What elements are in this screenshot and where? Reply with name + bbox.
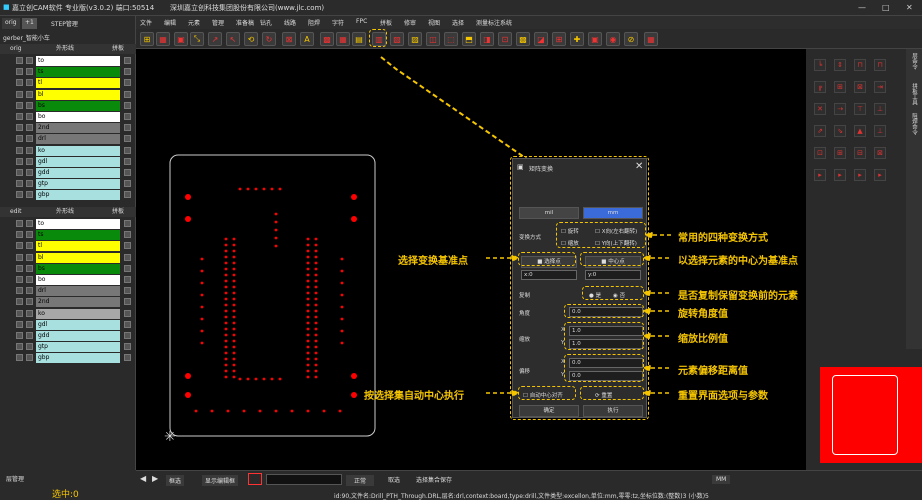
annotation-angle: 旋转角度值 (678, 309, 728, 320)
zoom-mode-select[interactable]: 框选 (166, 475, 185, 486)
annotation-auto: 按选择集自动中心执行 (364, 391, 464, 402)
show-edit-frame-button[interactable]: 显示编辑框 (202, 475, 239, 486)
annotation-lines (486, 230, 672, 398)
annotation-reset: 重置界面选项与参数 (678, 391, 768, 402)
annotation-modes: 常用的四种变换方式 (678, 233, 768, 244)
prev-icon[interactable]: ◀ (140, 474, 146, 483)
status-bar: ◀ ▶ 框选 显示编辑框 正常 取选 选择集合保存 MM id:90,文件名:D… (136, 470, 922, 500)
frame-icon[interactable] (248, 473, 262, 485)
annotation-center: 以选择元素的中心为基准点 (678, 256, 798, 267)
selection-count: 选中:0 (52, 490, 79, 500)
save-selection-button[interactable]: 选择集合保存 (416, 475, 452, 484)
annotation-base: 选择变换基准点 (398, 256, 468, 267)
layer-mode-select[interactable]: 正常 (346, 475, 375, 486)
bottom-left: 层管理 选中:0 (0, 470, 136, 500)
next-icon[interactable]: ▶ (152, 474, 158, 483)
command-input[interactable] (266, 474, 342, 485)
unit-select[interactable]: MM (712, 475, 731, 484)
annotation-copy: 是否复制保留变换前的元素 (678, 291, 798, 302)
annotation-offset: 元素偏移距离值 (678, 366, 748, 377)
tab-layer-manager[interactable]: 层管理 (6, 474, 24, 483)
deselect-button[interactable]: 取选 (388, 475, 400, 484)
annotation-scale: 缩放比例值 (678, 334, 728, 345)
status-info: id:90,文件名:Drill_PTH_Through.DRL,层名:drl,c… (334, 493, 709, 500)
